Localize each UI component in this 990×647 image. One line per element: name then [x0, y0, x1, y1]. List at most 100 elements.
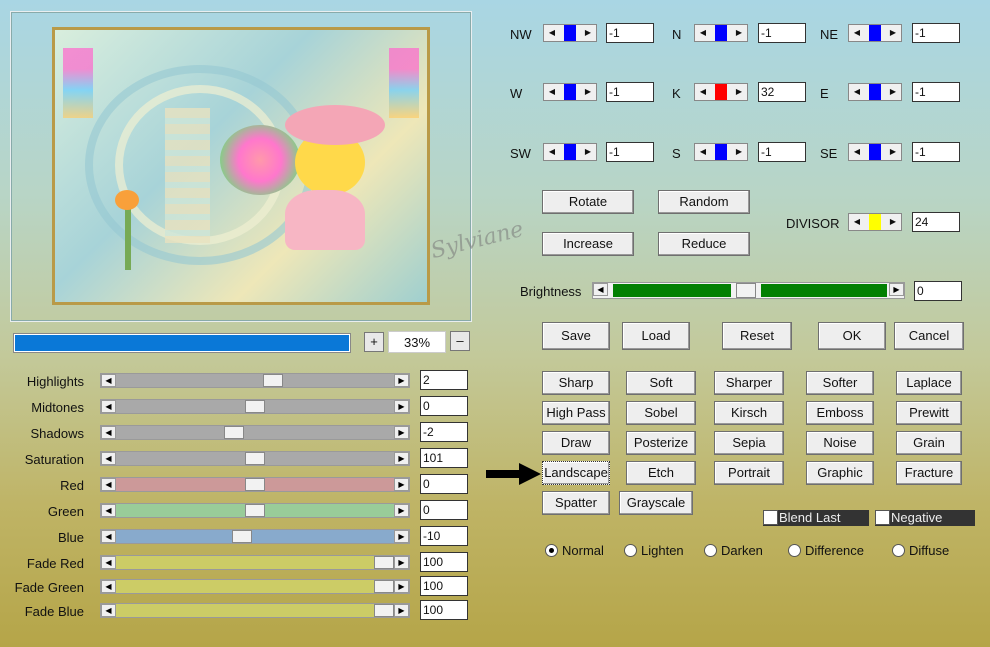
- preset-posterize-button[interactable]: Posterize: [626, 431, 696, 455]
- right-arrow-icon[interactable]: ▶: [394, 530, 409, 543]
- right-arrow-icon[interactable]: ▶: [731, 144, 747, 160]
- right-arrow-icon[interactable]: ▶: [394, 478, 409, 491]
- mode-darken-radio[interactable]: Darken: [704, 544, 763, 558]
- slider-highlights[interactable]: ◀ ▶: [100, 373, 410, 388]
- preset-soft-button[interactable]: Soft: [626, 371, 696, 395]
- left-arrow-icon[interactable]: ◀: [695, 25, 711, 41]
- matrix-input-k[interactable]: 32: [758, 82, 806, 102]
- slider-blue[interactable]: ◀ ▶: [100, 529, 410, 544]
- slider-fade-blue[interactable]: ◀ ▶: [100, 603, 410, 618]
- preset-draw-button[interactable]: Draw: [542, 431, 610, 455]
- preset-sharp-button[interactable]: Sharp: [542, 371, 610, 395]
- preset-prewitt-button[interactable]: Prewitt: [896, 401, 962, 425]
- matrix-input-sw[interactable]: -1: [606, 142, 654, 162]
- matrix-spinner-n[interactable]: ◀ ▶: [694, 24, 748, 42]
- matrix-spinner-ne[interactable]: ◀ ▶: [848, 24, 902, 42]
- left-arrow-icon[interactable]: ◀: [544, 84, 560, 100]
- preset-kirsch-button[interactable]: Kirsch: [714, 401, 784, 425]
- right-arrow-icon[interactable]: ▶: [394, 426, 409, 439]
- right-arrow-icon[interactable]: ▶: [394, 504, 409, 517]
- slider-value-saturation[interactable]: 101: [420, 448, 468, 468]
- right-arrow-icon[interactable]: ▶: [731, 84, 747, 100]
- slider-thumb[interactable]: [374, 604, 394, 617]
- left-arrow-icon[interactable]: ◀: [849, 25, 865, 41]
- left-arrow-icon[interactable]: ◀: [849, 84, 865, 100]
- matrix-spinner-s[interactable]: ◀ ▶: [694, 143, 748, 161]
- slider-green[interactable]: ◀ ▶: [100, 503, 410, 518]
- slider-thumb[interactable]: [245, 478, 265, 491]
- left-arrow-icon[interactable]: ◀: [695, 144, 711, 160]
- right-arrow-icon[interactable]: ▶: [889, 283, 904, 296]
- left-arrow-icon[interactable]: ◀: [101, 400, 116, 413]
- matrix-spinner-w[interactable]: ◀ ▶: [543, 83, 597, 101]
- preset-softer-button[interactable]: Softer: [806, 371, 874, 395]
- left-arrow-icon[interactable]: ◀: [593, 283, 608, 296]
- slider-thumb[interactable]: [245, 504, 265, 517]
- brightness-thumb[interactable]: [736, 283, 756, 298]
- preset-sharper-button[interactable]: Sharper: [714, 371, 784, 395]
- preset-landscape-button[interactable]: Landscape: [542, 461, 610, 485]
- preset-sobel-button[interactable]: Sobel: [626, 401, 696, 425]
- matrix-input-ne[interactable]: -1: [912, 23, 960, 43]
- slider-value-blue[interactable]: -10: [420, 526, 468, 546]
- random-button[interactable]: Random: [658, 190, 750, 214]
- brightness-input[interactable]: 0: [914, 281, 962, 301]
- left-arrow-icon[interactable]: ◀: [101, 530, 116, 543]
- matrix-spinner-nw[interactable]: ◀ ▶: [543, 24, 597, 42]
- slider-red[interactable]: ◀ ▶: [100, 477, 410, 492]
- load-button[interactable]: Load: [622, 322, 690, 350]
- negative-checkbox[interactable]: Negative: [875, 510, 975, 526]
- matrix-spinner-se[interactable]: ◀ ▶: [848, 143, 902, 161]
- slider-value-highlights[interactable]: 2: [420, 370, 468, 390]
- matrix-input-nw[interactable]: -1: [606, 23, 654, 43]
- brightness-slider[interactable]: ◀ ▶: [592, 282, 905, 299]
- slider-thumb[interactable]: [374, 556, 394, 569]
- right-arrow-icon[interactable]: ▶: [394, 604, 409, 617]
- reset-button[interactable]: Reset: [722, 322, 792, 350]
- right-arrow-icon[interactable]: ▶: [394, 400, 409, 413]
- left-arrow-icon[interactable]: ◀: [544, 25, 560, 41]
- left-arrow-icon[interactable]: ◀: [544, 144, 560, 160]
- slider-value-midtones[interactable]: 0: [420, 396, 468, 416]
- slider-midtones[interactable]: ◀ ▶: [100, 399, 410, 414]
- right-arrow-icon[interactable]: ▶: [394, 580, 409, 593]
- reduce-button[interactable]: Reduce: [658, 232, 750, 256]
- matrix-input-se[interactable]: -1: [912, 142, 960, 162]
- right-arrow-icon[interactable]: ▶: [394, 556, 409, 569]
- zoom-out-button[interactable]: –: [450, 331, 470, 351]
- blend-last-checkbox[interactable]: Blend Last: [763, 510, 869, 526]
- matrix-input-s[interactable]: -1: [758, 142, 806, 162]
- preset-spatter-button[interactable]: Spatter: [542, 491, 610, 515]
- slider-value-fade-blue[interactable]: 100: [420, 600, 468, 620]
- left-arrow-icon[interactable]: ◀: [101, 504, 116, 517]
- preset-sepia-button[interactable]: Sepia: [714, 431, 784, 455]
- left-arrow-icon[interactable]: ◀: [849, 144, 865, 160]
- preset-high-pass-button[interactable]: High Pass: [542, 401, 610, 425]
- increase-button[interactable]: Increase: [542, 232, 634, 256]
- slider-value-fade-red[interactable]: 100: [420, 552, 468, 572]
- left-arrow-icon[interactable]: ◀: [101, 452, 116, 465]
- mode-normal-radio[interactable]: Normal: [545, 544, 604, 558]
- left-arrow-icon[interactable]: ◀: [695, 84, 711, 100]
- slider-thumb[interactable]: [245, 452, 265, 465]
- mode-lighten-radio[interactable]: Lighten: [624, 544, 684, 558]
- divisor-spinner[interactable]: ◀ ▶: [848, 213, 902, 231]
- slider-value-green[interactable]: 0: [420, 500, 468, 520]
- slider-value-red[interactable]: 0: [420, 474, 468, 494]
- mode-difference-radio[interactable]: Difference: [788, 544, 864, 558]
- ok-button[interactable]: OK: [818, 322, 886, 350]
- right-arrow-icon[interactable]: ▶: [731, 25, 747, 41]
- slider-thumb[interactable]: [224, 426, 245, 439]
- left-arrow-icon[interactable]: ◀: [101, 426, 116, 439]
- preset-etch-button[interactable]: Etch: [626, 461, 696, 485]
- preset-noise-button[interactable]: Noise: [806, 431, 874, 455]
- slider-fade-red[interactable]: ◀ ▶: [100, 555, 410, 570]
- matrix-input-e[interactable]: -1: [912, 82, 960, 102]
- preset-graphic-button[interactable]: Graphic: [806, 461, 874, 485]
- matrix-spinner-e[interactable]: ◀ ▶: [848, 83, 902, 101]
- left-arrow-icon[interactable]: ◀: [101, 604, 116, 617]
- right-arrow-icon[interactable]: ▶: [580, 25, 596, 41]
- rotate-button[interactable]: Rotate: [542, 190, 634, 214]
- slider-thumb[interactable]: [245, 400, 265, 413]
- mode-diffuse-radio[interactable]: Diffuse: [892, 544, 949, 558]
